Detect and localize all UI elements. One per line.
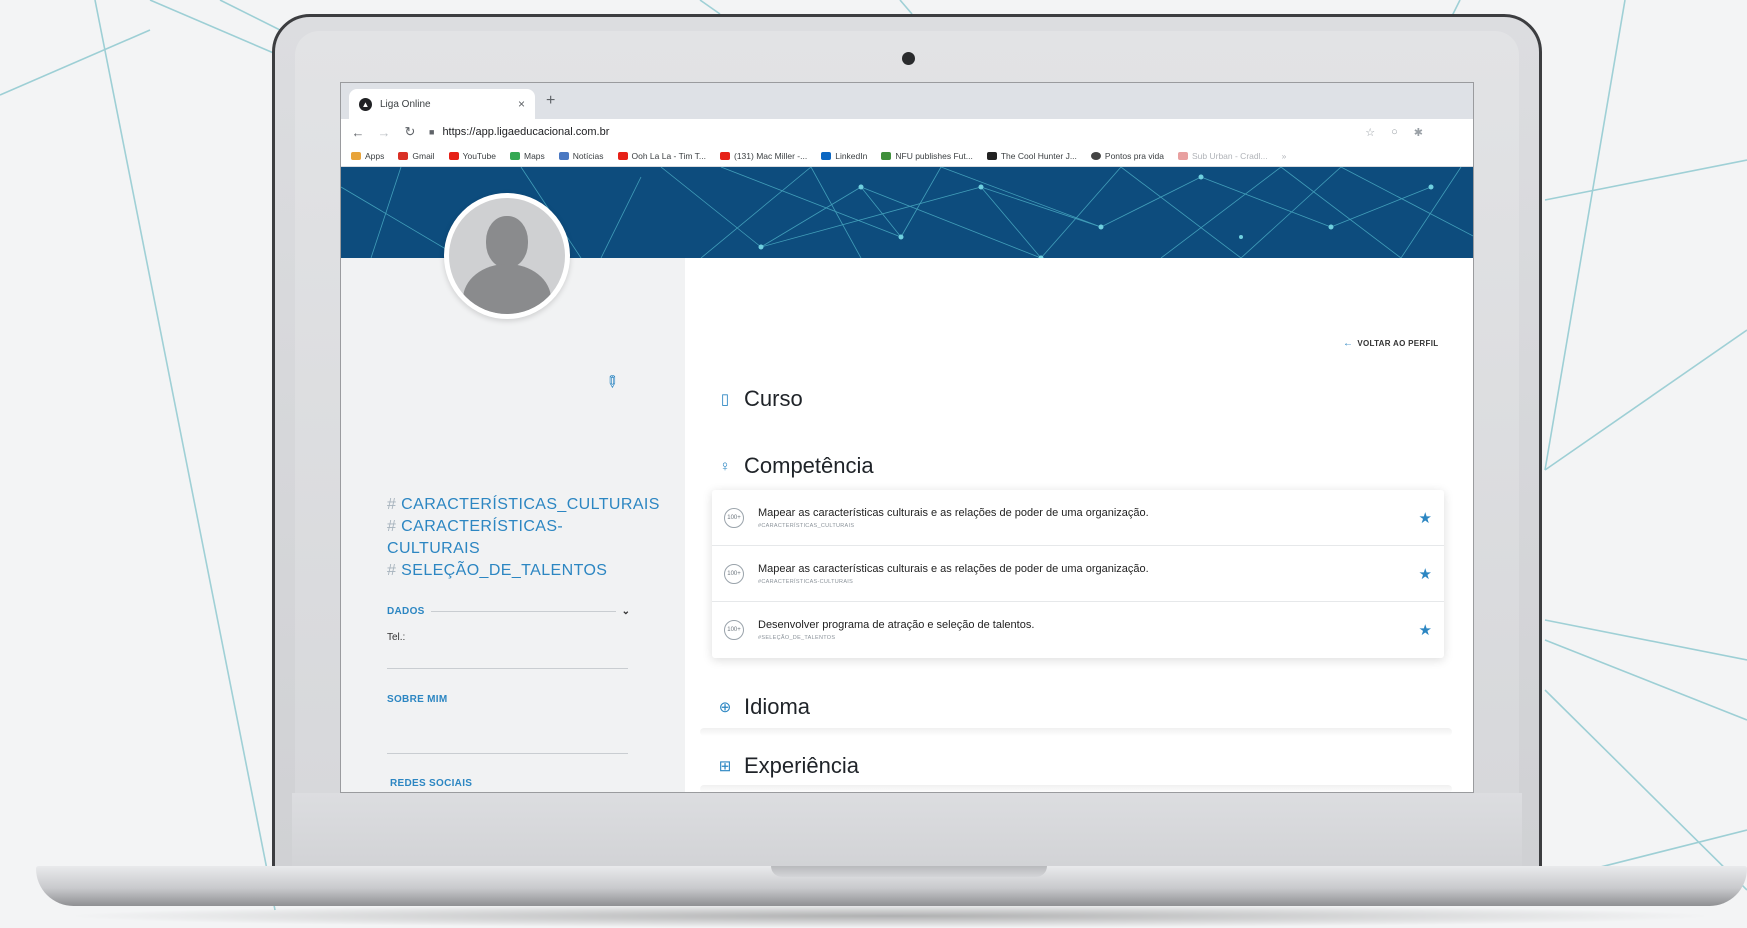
chevron-down-icon[interactable]: ⌄	[622, 606, 630, 617]
bookmark-youtube[interactable]: YouTube	[448, 151, 496, 161]
briefcase-icon: ⊞	[718, 758, 732, 775]
sobre-mim-label: SOBRE MIM	[387, 694, 448, 705]
bookmarks-more-button[interactable]: »	[1282, 151, 1287, 161]
hashtag-list: # CARACTERÍSTICAS_CULTURAIS # CARACTERÍS…	[387, 494, 677, 582]
section-idioma[interactable]: ⊕ Idioma	[716, 694, 810, 720]
hashtag-item[interactable]: # CARACTERÍSTICAS-	[387, 516, 677, 538]
bookmark-sub-urban[interactable]: Sub Urban - Cradl...	[1177, 151, 1268, 161]
bookmark-ooh-la-la[interactable]: Ooh La La - Tim T...	[617, 151, 706, 161]
avatar-body-shape	[463, 264, 551, 314]
youtube-icon	[617, 151, 628, 160]
idioma-card-edge	[700, 728, 1452, 736]
section-curso-title: Curso	[744, 386, 803, 411]
award-icon: ♀	[719, 457, 731, 475]
avatar[interactable]	[444, 193, 570, 319]
laptop-screen: ▲ Liga Online × + ← → ↻ ■ https://app.li…	[340, 82, 1474, 793]
browser-tab[interactable]: ▲ Liga Online ×	[349, 89, 535, 119]
puzzle-icon[interactable]: ✱	[1414, 126, 1423, 139]
back-arrow-icon[interactable]: ←	[351, 125, 365, 140]
competencia-item[interactable]: 100+ Desenvolver programa de atração e s…	[712, 602, 1444, 658]
webcam	[902, 52, 915, 65]
bookmark-noticias[interactable]: Notícias	[558, 151, 604, 161]
bookmark-mac-miller[interactable]: (131) Mac Miller -...	[720, 151, 807, 161]
avatar-head-shape	[486, 216, 528, 268]
url-text: https://app.ligaeducacional.com.br	[442, 126, 610, 138]
news-icon	[558, 151, 569, 160]
competencia-title: Mapear as características culturais e as…	[758, 506, 1149, 519]
youtube-icon	[448, 151, 459, 160]
level-badge-icon: 100+	[724, 563, 744, 584]
angular-favicon-icon: ▲	[359, 97, 372, 111]
section-idioma-title: Idioma	[744, 694, 811, 719]
section-competencia-title: Competência	[744, 453, 874, 478]
bookmark-nfu[interactable]: NFU publishes Fut...	[881, 151, 973, 161]
arrow-left-icon: ←	[1343, 338, 1354, 349]
back-link-label: VOLTAR AO PERFIL	[1357, 339, 1439, 348]
gmail-icon	[398, 151, 409, 160]
dados-divider	[430, 611, 616, 612]
globe-icon: ⊕	[718, 699, 732, 716]
linkedin-icon	[821, 151, 832, 160]
address-bar[interactable]: ■ https://app.ligaeducacional.com.br	[429, 122, 1353, 142]
level-badge-icon: 100+	[724, 620, 744, 640]
competencia-tag: #SELEÇÃO_DE_TALENTOS	[758, 635, 836, 641]
competencia-title: Mapear as características culturais e as…	[758, 562, 1149, 575]
bookmark-apps[interactable]: Apps	[351, 151, 384, 161]
apps-grid-icon	[351, 151, 361, 160]
profile-page	[341, 167, 1473, 792]
tab-title: Liga Online	[380, 98, 431, 110]
hashtag-item[interactable]: # SELEÇÃO_DE_TALENTOS	[387, 560, 677, 582]
youtube-icon	[720, 151, 730, 160]
experiencia-card-edge	[700, 785, 1452, 793]
browser-toolbar: ← → ↻ ■ https://app.ligaeducacional.com.…	[341, 119, 1473, 145]
hashtag-item-continued[interactable]: CULTURAIS	[387, 538, 677, 560]
maps-icon	[509, 151, 520, 160]
tel-divider	[387, 668, 628, 669]
bookmarks-bar: Apps Gmail YouTube Maps Notícias Ooh La …	[341, 145, 1473, 167]
forward-arrow-icon[interactable]: →	[377, 125, 391, 140]
competencia-tag: #CARACTERÍSTICAS-CULTURAIS	[758, 578, 854, 585]
extension-icon[interactable]: ○	[1391, 126, 1398, 139]
star-icon[interactable]: ★	[1419, 509, 1432, 527]
section-experiencia[interactable]: ⊞ Experiência	[716, 753, 859, 779]
dados-label: DADOS	[387, 606, 425, 617]
section-curso[interactable]: ▯ Curso	[716, 386, 803, 412]
bookmark-cool-hunter[interactable]: The Cool Hunter J...	[986, 151, 1077, 161]
back-to-profile-link[interactable]: ← VOLTAR AO PERFIL	[1343, 338, 1721, 349]
screen-bottom-bezel	[292, 793, 1522, 866]
dados-accordion[interactable]: DADOS ⌄	[387, 606, 630, 617]
section-competencia[interactable]: ♀ Competência	[716, 453, 874, 479]
redes-sociais-label: REDES SOCIAIS	[390, 778, 473, 789]
star-icon[interactable]: ★	[1419, 621, 1432, 639]
bookmark-maps[interactable]: Maps	[509, 151, 545, 161]
lock-icon: ■	[429, 127, 435, 137]
tab-close-icon[interactable]: ×	[518, 97, 525, 111]
level-badge-icon: 100+	[724, 507, 744, 528]
sobre-divider	[387, 753, 628, 754]
new-tab-button[interactable]: +	[546, 92, 555, 110]
competencia-list: 100+ Mapear as características culturais…	[712, 490, 1444, 658]
bookmark-pontos[interactable]: Pontos pra vida	[1090, 151, 1164, 161]
star-icon[interactable]: ★	[1419, 565, 1432, 583]
competencia-title: Desenvolver programa de atração e seleçã…	[758, 619, 1035, 631]
globe-icon	[1090, 151, 1101, 160]
book-icon: ▯	[720, 391, 730, 408]
bookmark-gmail[interactable]: Gmail	[398, 151, 435, 161]
competencia-item[interactable]: 100+ Mapear as características culturais…	[712, 490, 1444, 546]
youtube-icon	[1177, 151, 1188, 160]
bookmark-linkedin[interactable]: LinkedIn	[821, 151, 867, 161]
competencia-item[interactable]: 100+ Mapear as características culturais…	[712, 546, 1444, 602]
hashtag-item[interactable]: # CARACTERÍSTICAS_CULTURAIS	[387, 494, 677, 516]
bookmark-star-icon[interactable]: ☆	[1365, 126, 1375, 139]
nfu-icon	[881, 151, 892, 160]
laptop-notch	[771, 866, 1047, 877]
competencia-tag: #CARACTERÍSTICAS_CULTURAIS	[758, 522, 855, 529]
laptop-shadow	[60, 904, 1720, 928]
cool-hunter-icon	[986, 151, 997, 160]
tel-label: Tel.:	[387, 632, 406, 643]
reload-icon[interactable]: ↻	[403, 124, 417, 140]
section-experiencia-title: Experiência	[744, 753, 859, 778]
browser-tab-bar: ▲ Liga Online × +	[341, 83, 1473, 119]
